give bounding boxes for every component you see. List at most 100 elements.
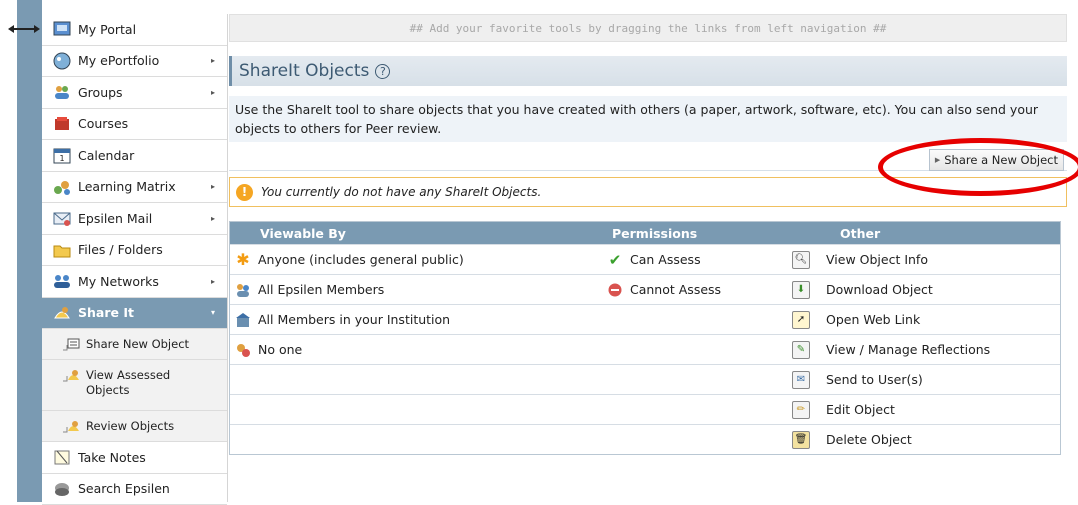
view-assessed-icon (62, 368, 82, 384)
viewable-label: All Members in your Institution (258, 312, 450, 327)
subnav-share-new-object[interactable]: Share New Object (42, 329, 227, 360)
subnav-view-assessed-objects[interactable]: View Assessed Objects (42, 360, 227, 411)
table-row: ✏ Edit Object (230, 394, 1060, 424)
warning-icon: ! (236, 184, 253, 201)
header-permissions: Permissions (602, 226, 822, 241)
networks-icon (52, 271, 72, 291)
help-icon[interactable]: ? (375, 64, 390, 79)
main-content: ## Add your favorite tools by dragging t… (229, 14, 1067, 455)
nav-item-files-folders[interactable]: Files / Folders (42, 235, 227, 267)
other-label: Download Object (826, 282, 933, 297)
nav-item-calendar[interactable]: 1 Calendar (42, 140, 227, 172)
nav-item-my-networks[interactable]: My Networks ▸ (42, 266, 227, 298)
mail-icon (52, 208, 72, 228)
page-title: ShareIt Objects (239, 61, 369, 81)
other-label: Open Web Link (826, 312, 920, 327)
page-description: Use the ShareIt tool to share objects th… (229, 96, 1067, 142)
send-icon: ✉ (792, 371, 810, 389)
table-row: ✉ Send to User(s) (230, 364, 1060, 394)
chevron-right-icon: ▸ (211, 88, 215, 97)
chevron-right-icon: ▸ (211, 56, 215, 65)
institution-icon (234, 311, 252, 329)
table-row: All Members in your Institution ➚ Open W… (230, 304, 1060, 334)
nav-item-label: Share It (78, 305, 134, 320)
nav-item-label: Groups (78, 85, 123, 100)
legend-table: Viewable By Permissions Other ✱ Anyone (i… (229, 221, 1061, 455)
learning-matrix-icon (52, 177, 72, 197)
nav-item-courses[interactable]: Courses (42, 109, 227, 141)
asterisk-icon: ✱ (234, 251, 252, 269)
chevron-right-icon: ▸ (211, 277, 215, 286)
viewable-label: Anyone (includes general public) (258, 252, 464, 267)
no-one-icon (234, 341, 252, 359)
nav-item-my-portal[interactable]: My Portal (42, 14, 227, 46)
chevron-right-icon: ▸ (211, 214, 215, 223)
nav-item-my-eportfolio[interactable]: My ePortfolio ▸ (42, 46, 227, 78)
nav-item-label: Calendar (78, 148, 134, 163)
review-objects-icon (62, 419, 82, 435)
other-label: Edit Object (826, 402, 895, 417)
nav-item-label: My ePortfolio (78, 53, 159, 68)
no-entry-icon (606, 281, 624, 299)
nav-item-label: My Networks (78, 274, 159, 289)
subnav-label: View Assessed Objects (86, 368, 196, 398)
other-label: Send to User(s) (826, 372, 923, 387)
chevron-right-icon: ▸ (211, 182, 215, 191)
nav-item-groups[interactable]: Groups ▸ (42, 77, 227, 109)
viewable-label: All Epsilen Members (258, 282, 384, 297)
nav-item-take-notes[interactable]: Take Notes (42, 442, 227, 474)
viewable-label: No one (258, 342, 302, 357)
table-row: No one ✎ View / Manage Reflections (230, 334, 1060, 364)
download-icon: ⬇ (792, 281, 810, 299)
header-viewable-by: Viewable By (230, 226, 602, 241)
other-label: View / Manage Reflections (826, 342, 990, 357)
table-row: 🗑︎ Delete Object (230, 424, 1060, 454)
pencil-icon: ✏ (792, 401, 810, 419)
share-it-icon (52, 303, 72, 323)
other-label: Delete Object (826, 432, 912, 447)
highlight-annotation (878, 138, 1078, 196)
page-title-bar: ShareIt Objects ? (229, 56, 1067, 86)
cursor-icon: ➚ (792, 311, 810, 329)
nav-item-epsilen-mail[interactable]: Epsilen Mail ▸ (42, 203, 227, 235)
subnav-label: Share New Object (86, 337, 189, 351)
subnav-review-objects[interactable]: Review Objects (42, 411, 227, 442)
courses-icon (52, 114, 72, 134)
trash-icon: 🗑︎ (792, 431, 810, 449)
other-label: View Object Info (826, 252, 928, 267)
nav-item-learning-matrix[interactable]: Learning Matrix ▸ (42, 172, 227, 204)
portal-icon (52, 19, 72, 39)
share-new-object-icon (62, 337, 82, 353)
nav-item-search-epsilen[interactable]: Search Epsilen (42, 474, 227, 505)
nav-item-label: Take Notes (78, 450, 146, 465)
groups-icon (52, 82, 72, 102)
header-other: Other (822, 226, 1060, 241)
table-row: All Epsilen Members Cannot Assess ⬇ Down… (230, 274, 1060, 304)
check-icon: ✔ (606, 251, 624, 269)
permission-label: Can Assess (630, 252, 701, 267)
magnifier-icon: 🔍︎ (792, 251, 810, 269)
favorites-hint: ## Add your favorite tools by dragging t… (410, 22, 887, 35)
calendar-icon: 1 (52, 145, 72, 165)
folder-icon (52, 240, 72, 260)
subnav-label: Review Objects (86, 419, 174, 433)
chevron-down-icon: ▾ (211, 308, 215, 317)
favorites-drop-zone[interactable]: ## Add your favorite tools by dragging t… (229, 14, 1067, 42)
collapse-toggle-icon[interactable] (8, 24, 40, 34)
table-row: ✱ Anyone (includes general public) ✔ Can A… (230, 244, 1060, 274)
members-icon (234, 281, 252, 299)
notes-icon (52, 447, 72, 467)
svg-text:1: 1 (59, 154, 64, 163)
nav-item-label: Courses (78, 116, 128, 131)
table-header: Viewable By Permissions Other (230, 222, 1060, 244)
eportfolio-icon (52, 51, 72, 71)
search-icon (52, 479, 72, 499)
nav-item-label: Files / Folders (78, 242, 163, 257)
nav-item-share-it[interactable]: Share It ▾ (42, 298, 227, 330)
nav-item-label: Search Epsilen (78, 481, 170, 496)
reflections-icon: ✎ (792, 341, 810, 359)
permission-label: Cannot Assess (630, 282, 721, 297)
left-rail-bar (17, 0, 42, 502)
notice-text: You currently do not have any ShareIt Ob… (261, 185, 541, 199)
nav-item-label: My Portal (78, 22, 136, 37)
